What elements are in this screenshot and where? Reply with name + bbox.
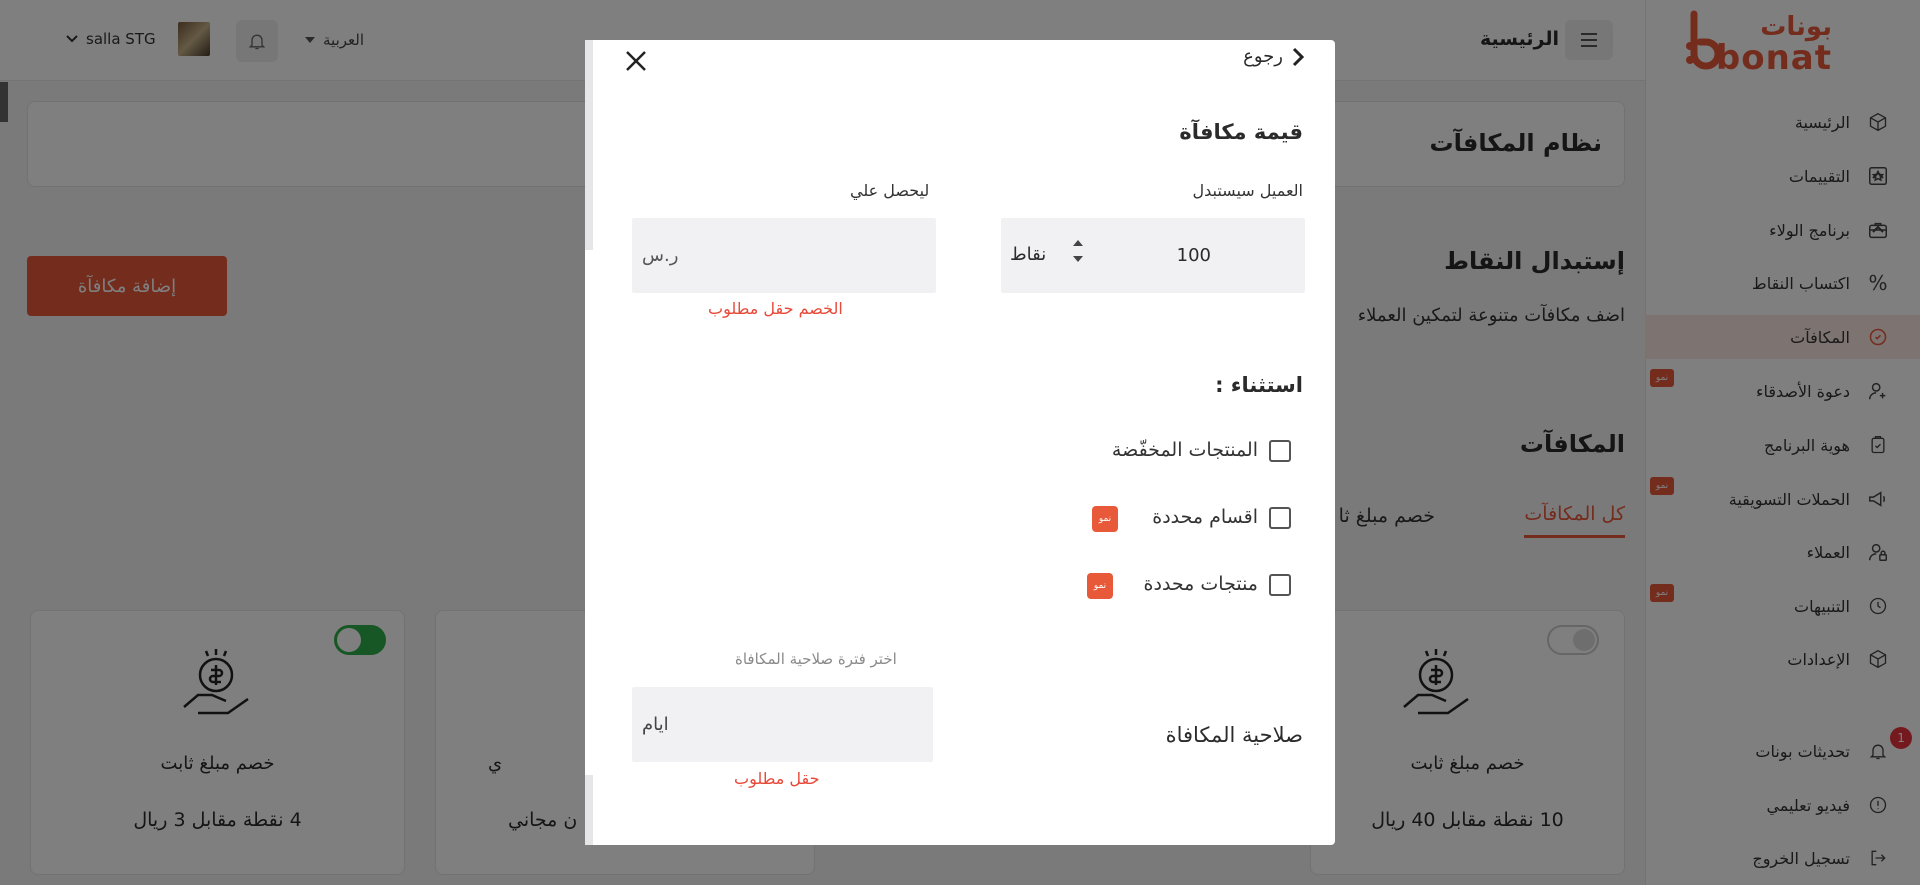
growth-badge: نمو <box>1087 573 1113 599</box>
close-icon[interactable] <box>624 49 648 73</box>
specific-categories-label: اقسام محددة <box>1152 506 1258 528</box>
points-unit: نقاط <box>1010 244 1047 265</box>
specific-products-label: منتجات محددة <box>1143 573 1258 595</box>
back-button[interactable]: رجوع <box>1243 46 1305 67</box>
discounted-products-label: المنتجات المخفّضة <box>1111 439 1258 461</box>
chevron-right-icon <box>1292 47 1305 66</box>
validity-required-error: حقل مطلوب <box>734 769 820 788</box>
discount-required-error: الخصم حقل مطلوب <box>708 299 843 318</box>
modal-scrollbar[interactable] <box>585 40 593 250</box>
caret-down-icon[interactable] <box>1073 255 1083 263</box>
currency-amount-input[interactable]: ر.س <box>632 218 936 293</box>
modal-scrollbar[interactable] <box>585 775 593 845</box>
caret-up-icon[interactable] <box>1073 239 1083 247</box>
points-input[interactable]: 100 نقاط <box>1001 218 1305 293</box>
currency-placeholder: ر.س <box>642 245 679 266</box>
validity-title: صلاحية المكافاة <box>1165 723 1303 747</box>
validity-days-input[interactable]: ايام <box>632 687 933 762</box>
points-stepper[interactable] <box>1073 239 1083 269</box>
validity-hint: اختر فترة صلاحية المكافاة <box>735 650 897 668</box>
days-placeholder: ايام <box>642 714 669 735</box>
specific-products-checkbox[interactable] <box>1269 574 1291 596</box>
customer-redeems-label: العميل سيستبدل <box>1192 181 1303 200</box>
exception-title: استثناء : <box>1215 373 1303 397</box>
reward-modal: رجوع قيمة مكافآة العميل سيستبدل 100 نقاط… <box>585 40 1335 845</box>
gets-label: ليحصل علي <box>850 181 930 200</box>
discounted-products-checkbox[interactable] <box>1269 440 1291 462</box>
scrollbar-thumb[interactable] <box>0 82 8 122</box>
points-value: 100 <box>1176 245 1211 266</box>
growth-badge: نمو <box>1092 506 1118 532</box>
reward-value-title: قيمة مكافآة <box>1179 120 1303 144</box>
specific-categories-checkbox[interactable] <box>1269 507 1291 529</box>
back-label: رجوع <box>1243 46 1283 67</box>
